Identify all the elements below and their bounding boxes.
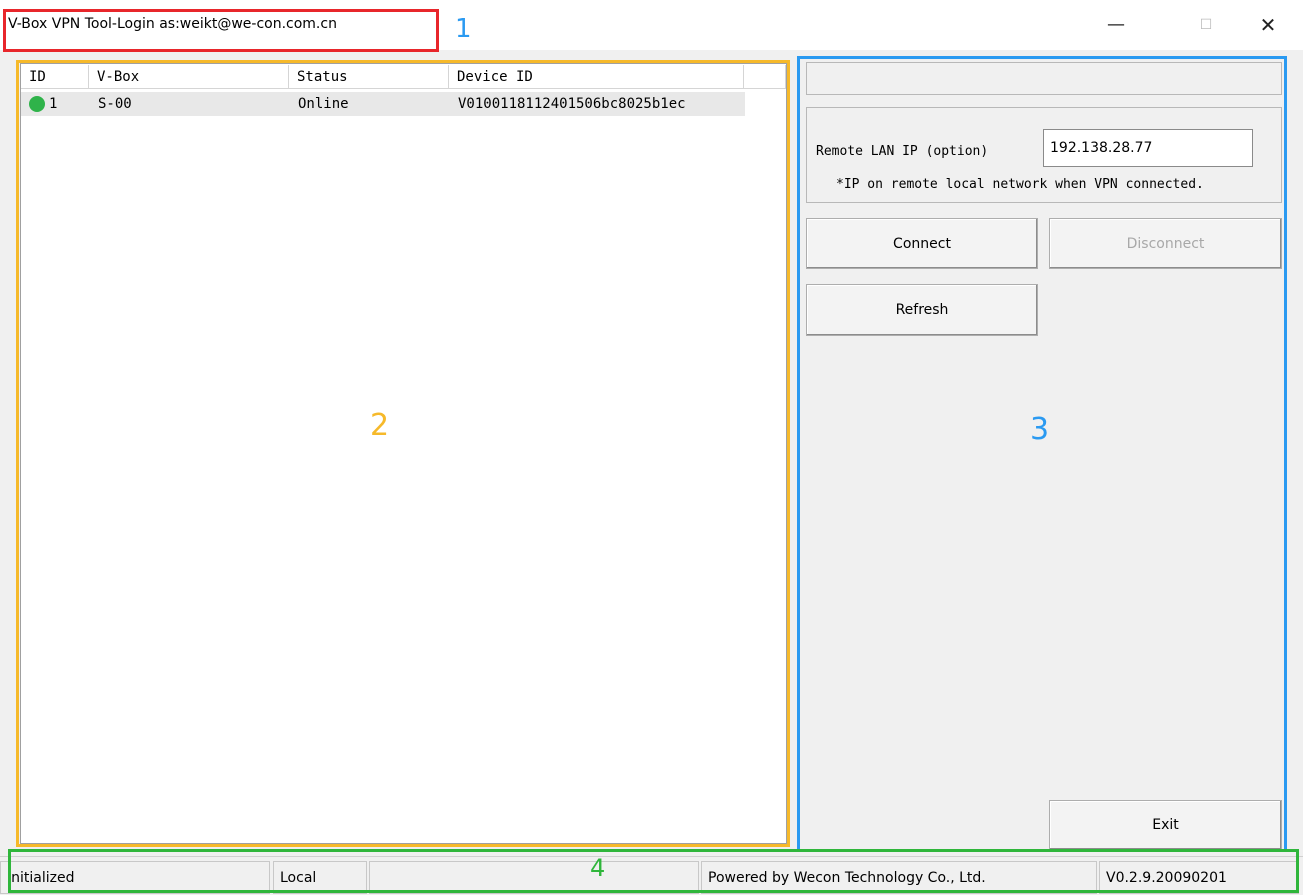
annotation-number-1: 1 [455,14,472,44]
exit-button[interactable]: Exit [1049,800,1282,850]
annotation-number-2: 2 [370,408,390,443]
annotation-number-4: 4 [590,854,606,882]
status-empty-pane [369,861,699,894]
cell-device-id: V0100118112401506bc8025b1ec [458,96,686,112]
window-title: V-Box VPN Tool-Login as:weikt@we-con.com… [8,16,337,32]
table-row[interactable]: 1 S-00 Online V0100118112401506bc8025b1e… [21,92,745,116]
annotation-number-3: 3 [1030,412,1050,447]
column-header-device-id[interactable]: Device ID [449,65,744,89]
close-button[interactable]: ✕ [1248,10,1288,40]
column-header-id[interactable]: ID [21,65,89,89]
connect-button[interactable]: Connect [806,218,1038,269]
maximize-button[interactable]: ☐ [1186,10,1226,40]
online-status-icon [29,96,45,112]
cell-status: Online [298,96,349,112]
refresh-button[interactable]: Refresh [806,284,1038,336]
status-state: Initialized [0,861,270,894]
disconnect-button[interactable]: Disconnect [1049,218,1282,269]
status-bar: Initialized Local Powered by Wecon Techn… [0,856,1303,895]
device-list[interactable] [20,63,787,844]
cell-vbox: S-00 [98,96,132,112]
remote-ip-note: *IP on remote local network when VPN con… [836,177,1204,192]
column-header-status[interactable]: Status [289,65,449,89]
status-mode: Local [273,861,367,894]
top-info-strip [806,62,1282,95]
remote-ip-label: Remote LAN IP (option) [816,144,989,159]
minimize-button[interactable]: — [1096,10,1136,40]
status-version: V0.2.9.20090201 [1099,861,1299,894]
column-header-vbox[interactable]: V-Box [89,65,289,89]
remote-ip-input[interactable] [1043,129,1253,167]
device-list-header: ID V-Box Status Device ID [21,65,786,89]
column-header-filler [744,65,786,89]
status-powered-by: Powered by Wecon Technology Co., Ltd. [701,861,1097,894]
cell-id: 1 [49,96,58,112]
